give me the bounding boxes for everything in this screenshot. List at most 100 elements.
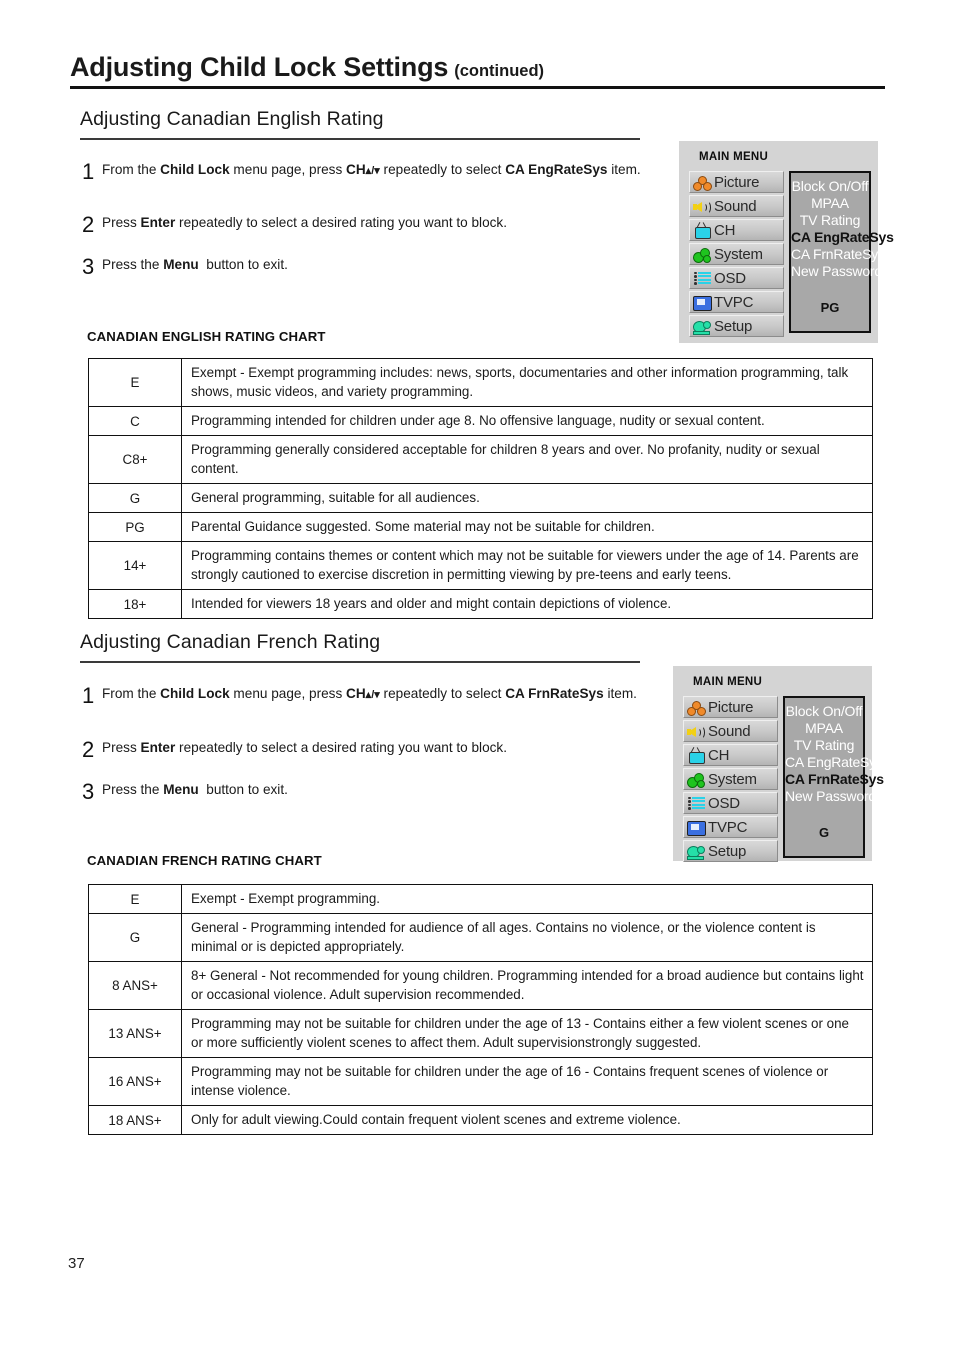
osd-main-menu-label: MAIN MENU [693,676,763,688]
picture-icon [686,699,706,716]
rating-code: G [88,913,182,963]
rating-table-french: E Exempt - Exempt programming. G General… [88,883,873,1136]
monitor-icon [686,819,706,836]
osd-item-picture[interactable]: Picture [683,696,778,718]
rating-description: Programming generally considered accepta… [181,435,873,485]
osd-submenu-item[interactable]: CA EngRateSys [785,754,883,771]
osd-item-label: CH [708,746,730,764]
osd-submenu-value: PG [820,300,840,316]
osd-item-tvpc[interactable]: TVPC [689,291,784,313]
osd-submenu-item[interactable]: Block On/Off [785,703,863,720]
step-number: 2 [82,737,95,762]
speaker-icon [686,723,706,740]
rating-code: 8 ANS+ [88,961,182,1011]
step-text: Press Enter repeatedly to select a desir… [102,740,508,755]
manual-page: Adjusting Child Lock Settings (continued)… [0,0,954,1345]
table-row: 18 ANS+ Only for adult viewing.Could con… [88,1105,873,1136]
rating-description: Intended for viewers 18 years and older … [181,589,873,620]
osd-item-osd[interactable]: OSD [689,267,784,289]
rating-code: 18+ [88,589,182,620]
osd-item-label: Picture [708,698,754,716]
rating-code: E [88,357,182,408]
tv-antenna-icon [692,221,712,239]
osd-submenu-item[interactable]: Block On/Off [791,178,869,195]
rating-description: Exempt - Exempt programming includes: ne… [181,357,873,408]
osd-menu-list: Picture Sound CH System OSD TVPC Setup [689,171,784,339]
osd-item-ch[interactable]: CH [689,219,784,241]
osd-submenu-item[interactable]: MPAA [791,195,869,212]
section-heading-french: Adjusting Canadian French Rating [80,631,381,653]
step-number: 1 [82,159,95,184]
tv-antenna-icon [686,746,706,764]
osd-item-label: Setup [714,317,753,335]
rating-description: Parental Guidance suggested. Some materi… [181,512,873,543]
osd-item-setup[interactable]: Setup [689,315,784,337]
step-english-1: 1 From the Child Lock menu page, press C… [82,160,654,183]
rating-description: Exempt - Exempt programming. [181,883,873,915]
table-row: 8 ANS+ 8+ General - Not recommended for … [88,961,873,1011]
rating-code: 16 ANS+ [88,1057,182,1107]
osd-submenu-item[interactable]: TV Rating [791,212,869,229]
osd-item-system[interactable]: System [683,768,778,790]
table-row: 18+ Intended for viewers 18 years and ol… [88,589,873,620]
osd-item-osd[interactable]: OSD [683,792,778,814]
rating-code: 13 ANS+ [88,1009,182,1059]
osd-item-label: OSD [714,269,746,287]
step-text: Press Enter repeatedly to select a desir… [102,215,508,230]
osd-submenu-value: G [818,825,830,841]
osd-item-label: TVPC [708,818,748,836]
step-number: 3 [82,779,95,804]
page-title-continued: (continued) [454,62,545,80]
rating-description: General - Programming intended for audie… [181,913,873,963]
rating-description: Programming may not be suitable for chil… [181,1009,873,1059]
osd-item-ch[interactable]: CH [683,744,778,766]
osd-submenu-item[interactable]: CA FrnRateSys [791,246,885,263]
gears-icon [686,771,706,788]
rating-code: PG [88,512,182,543]
rating-table-english: E Exempt - Exempt programming includes: … [88,357,873,620]
page-title: Adjusting Child Lock Settings [70,52,449,82]
table-row: 14+ Programming contains themes or conte… [88,541,873,591]
chart-caption-french: CANADIAN FRENCH RATING CHART [87,853,322,868]
speaker-icon [692,198,712,215]
osd-submenu-item[interactable]: New Password [785,788,876,805]
rating-code: C [88,406,182,437]
table-row: 16 ANS+ Programming may not be suitable … [88,1057,873,1107]
step-number: 1 [82,683,95,708]
osd-submenu-item-selected[interactable]: CA FrnRateSys [785,771,884,788]
table-row: C8+ Programming generally considered acc… [88,435,873,485]
osd-submenu-french: Block On/Off MPAA TV Rating CA EngRateSy… [783,696,884,858]
osd-item-system[interactable]: System [689,243,784,265]
step-text: Press the Menu button to exit. [102,257,288,272]
osd-item-setup[interactable]: Setup [683,840,778,862]
osd-submenu-item[interactable]: New Password [791,263,882,280]
osd-item-sound[interactable]: Sound [689,195,784,217]
osd-item-picture[interactable]: Picture [689,171,784,193]
list-lines-icon [686,795,706,812]
rating-description: General programming, suitable for all au… [181,483,873,514]
section-heading-english: Adjusting Canadian English Rating [80,108,384,130]
step-french-1: 1 From the Child Lock menu page, press C… [82,684,654,707]
step-number: 2 [82,212,95,237]
section-divider-english [80,138,640,140]
osd-item-label: Picture [714,173,760,191]
osd-submenu-item-selected[interactable]: CA EngRateSys [791,229,894,246]
osd-menu-english: MAIN MENU Picture Sound CH System OSD TV… [679,141,894,343]
section-divider-french [80,661,640,663]
tools-icon [692,318,712,335]
osd-item-sound[interactable]: Sound [683,720,778,742]
step-english-3: 3 Press the Menu button to exit. [82,255,654,278]
osd-submenu-item[interactable]: TV Rating [785,737,863,754]
osd-item-tvpc[interactable]: TVPC [683,816,778,838]
table-row: PG Parental Guidance suggested. Some mat… [88,512,873,543]
rating-code: G [88,483,182,514]
osd-submenu-item[interactable]: MPAA [785,720,863,737]
rating-code: 18 ANS+ [88,1105,182,1136]
table-row: C Programming intended for children unde… [88,406,873,437]
tools-icon [686,843,706,860]
rating-description: Programming contains themes or content w… [181,541,873,591]
osd-submenu-english: Block On/Off MPAA TV Rating CA EngRateSy… [789,171,894,333]
page-number: 37 [68,1255,85,1272]
rating-description: Programming may not be suitable for chil… [181,1057,873,1107]
osd-item-label: TVPC [714,293,754,311]
